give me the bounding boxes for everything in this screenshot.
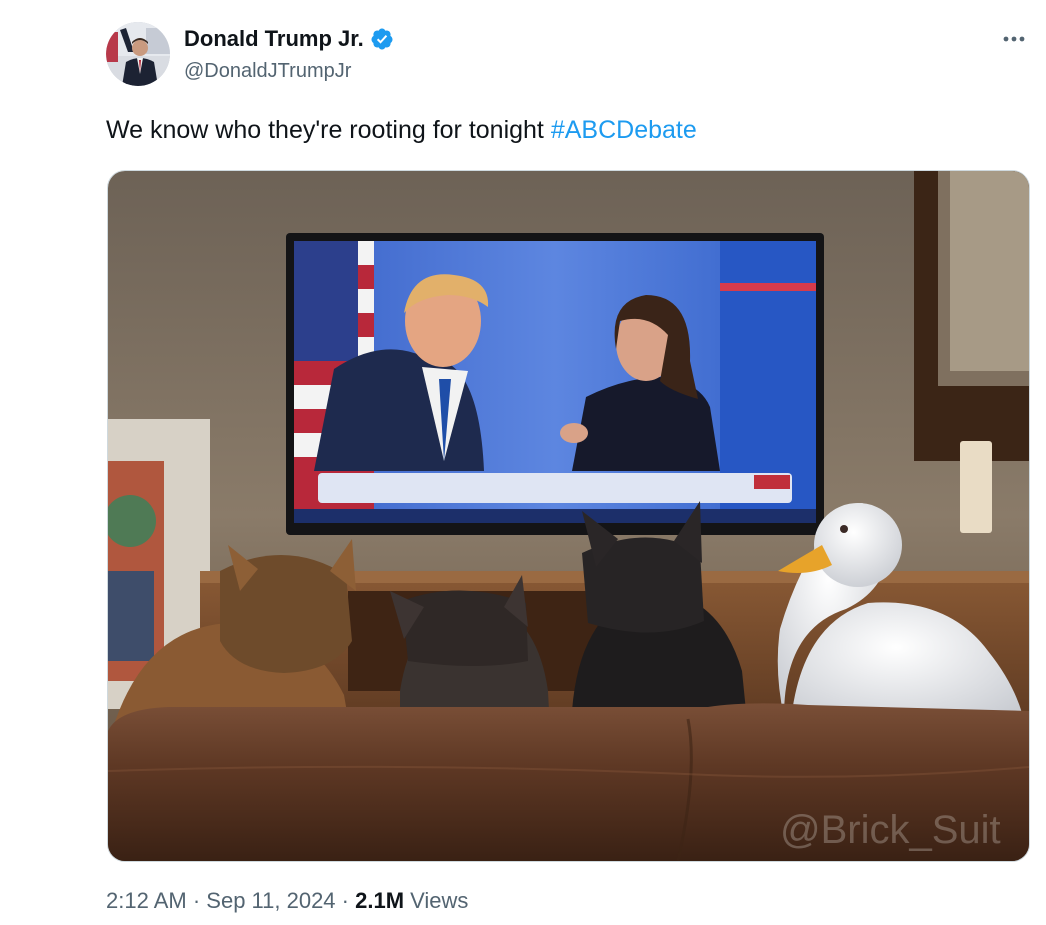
more-options-button[interactable] — [996, 24, 1032, 54]
tweet-media[interactable]: @Brick_Suit — [107, 170, 1030, 862]
views-label: Views — [404, 888, 469, 913]
more-options-icon — [1003, 36, 1025, 42]
verified-badge-icon — [371, 28, 393, 50]
media-image: @Brick_Suit — [108, 171, 1029, 861]
tweet-time[interactable]: 2:12 AM — [106, 888, 187, 913]
author-handle[interactable]: @DonaldJTrumpJr — [184, 60, 351, 83]
meta-separator: · — [186, 888, 207, 913]
media-watermark: @Brick_Suit — [780, 808, 1001, 852]
author-display-name[interactable]: Donald Trump Jr. — [184, 26, 364, 52]
author-name-row: Donald Trump Jr. — [184, 26, 394, 52]
avatar-image — [106, 22, 170, 86]
tweet-body: We know who they're rooting for tonight — [106, 116, 551, 144]
meta-separator-2: · — [335, 888, 356, 913]
tweet-meta: 2:12 AM · Sep 11, 2024 · 2.1M Views — [106, 888, 468, 914]
views-count[interactable]: 2.1M — [355, 888, 404, 913]
hashtag-link[interactable]: #ABCDebate — [551, 116, 697, 144]
author-avatar[interactable] — [106, 22, 170, 86]
tweet-text: We know who they're rooting for tonight … — [106, 116, 697, 145]
tweet-date[interactable]: Sep 11, 2024 — [206, 888, 335, 913]
tweet-card: Donald Trump Jr. @DonaldJTrumpJr We know… — [0, 0, 1046, 925]
